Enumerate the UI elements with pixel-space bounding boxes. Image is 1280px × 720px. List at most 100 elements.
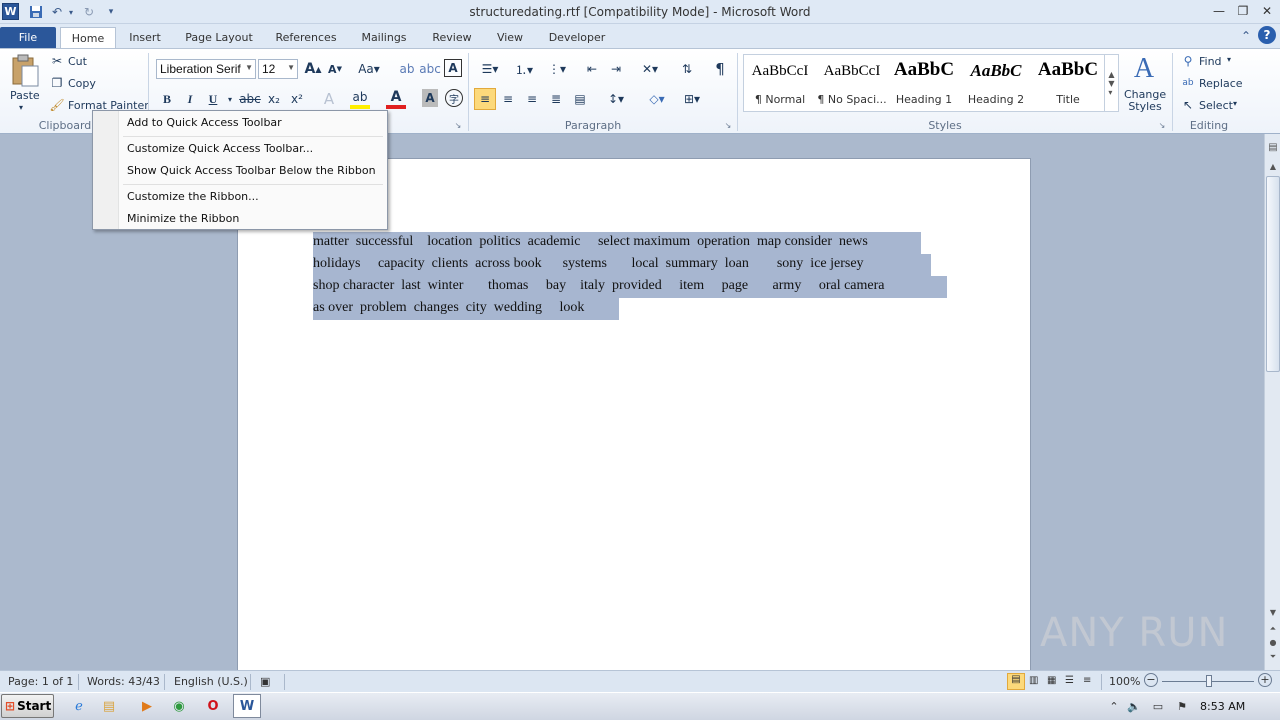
sort-icon[interactable]: ⇅ xyxy=(677,59,697,79)
minimize-button[interactable]: — xyxy=(1208,2,1230,20)
phonetic-guide-icon[interactable]: abc xyxy=(419,59,441,79)
paste-dropdown-icon[interactable]: ▾ xyxy=(19,103,23,112)
full-screen-reading-icon[interactable]: ▥ xyxy=(1029,675,1038,686)
menu-item-minimize-ribbon[interactable]: Minimize the Ribbon xyxy=(127,212,239,225)
enclose-characters-icon[interactable]: 字 xyxy=(445,89,463,107)
tab-page-layout[interactable]: Page Layout xyxy=(178,27,260,48)
close-button[interactable]: ✕ xyxy=(1256,2,1278,20)
tab-developer[interactable]: Developer xyxy=(540,27,614,48)
replace-icon[interactable]: ab xyxy=(1180,75,1196,91)
zoom-slider-thumb[interactable] xyxy=(1206,675,1212,687)
text-effects-icon[interactable]: A xyxy=(319,89,339,109)
word-count[interactable]: Words: 43/43 xyxy=(87,675,160,688)
numbering-icon[interactable]: ⒈▾ xyxy=(510,59,538,79)
strikethrough-button[interactable]: abc xyxy=(238,89,262,109)
binoculars-icon[interactable]: ⚲ xyxy=(1180,53,1196,69)
minimize-ribbon-icon[interactable]: ⌃ xyxy=(1238,27,1254,45)
web-layout-icon[interactable]: ▦ xyxy=(1047,675,1056,686)
style-normal[interactable]: AaBbCcI ¶ Normal xyxy=(744,55,816,111)
zoom-in-icon[interactable]: + xyxy=(1258,673,1272,687)
highlight-icon[interactable]: ab xyxy=(350,89,370,109)
justify-icon[interactable]: ≣ xyxy=(546,89,566,109)
align-center-icon[interactable]: ≡ xyxy=(498,89,518,109)
tab-references[interactable]: References xyxy=(268,27,344,48)
document-text-line[interactable]: matter successful location politics acad… xyxy=(313,232,921,254)
scroll-up-icon[interactable]: ▲ xyxy=(1267,162,1279,174)
language-indicator[interactable]: English (U.S.) xyxy=(174,675,248,688)
print-layout-icon[interactable]: ▤ xyxy=(1007,673,1025,690)
volume-icon[interactable]: 🔈 xyxy=(1126,694,1142,718)
draft-icon[interactable]: ≡ xyxy=(1083,675,1091,686)
clear-formatting-icon[interactable]: ab xyxy=(397,59,417,79)
style-title[interactable]: AaBbC Title xyxy=(1032,55,1104,111)
menu-item-customize-qat[interactable]: Customize Quick Access Toolbar... xyxy=(127,142,313,155)
shrink-font-icon[interactable]: A ▼ xyxy=(325,59,345,79)
menu-item-customize-ribbon[interactable]: Customize the Ribbon... xyxy=(127,190,259,203)
multilevel-list-icon[interactable]: ⋮▾ xyxy=(543,59,571,79)
internet-explorer-icon[interactable]: ℯ xyxy=(66,694,92,718)
style-heading-2[interactable]: AaBbC Heading 2 xyxy=(960,55,1032,111)
bullets-icon[interactable]: ☰▾ xyxy=(476,59,504,79)
tab-review[interactable]: Review xyxy=(424,27,480,48)
font-dialog-launcher-icon[interactable]: ↘ xyxy=(452,119,464,131)
select-dropdown-icon[interactable]: ▾ xyxy=(1233,99,1237,108)
font-name-combo[interactable]: Liberation Serif ▼ xyxy=(156,59,256,79)
opera-icon[interactable]: O xyxy=(200,694,226,718)
outline-icon[interactable]: ☰ xyxy=(1065,675,1074,686)
document-text-line[interactable]: holidays capacity clients across book sy… xyxy=(313,254,931,276)
ruler-toggle-icon[interactable]: ▤ xyxy=(1267,142,1279,156)
help-icon[interactable]: ? xyxy=(1258,26,1276,44)
replace-button[interactable]: Replace xyxy=(1199,77,1243,90)
grow-font-icon[interactable]: A ▲ xyxy=(303,59,323,79)
italic-button[interactable]: I xyxy=(181,89,199,109)
tab-file[interactable]: File xyxy=(0,27,56,48)
styles-dialog-launcher-icon[interactable]: ↘ xyxy=(1156,119,1168,131)
decrease-indent-icon[interactable]: ⇤ xyxy=(582,59,602,79)
tab-insert[interactable]: Insert xyxy=(120,27,170,48)
word-taskbar-icon[interactable]: W xyxy=(233,694,261,718)
tab-view[interactable]: View xyxy=(488,27,532,48)
bold-button[interactable]: B xyxy=(158,89,176,109)
paste-icon[interactable] xyxy=(8,53,42,89)
restore-button[interactable]: ❐ xyxy=(1232,2,1254,20)
clock[interactable]: 8:53 AM xyxy=(1200,700,1245,713)
align-left-icon[interactable]: ≡ xyxy=(474,88,496,110)
menu-item-show-qat-below[interactable]: Show Quick Access Toolbar Below the Ribb… xyxy=(127,164,376,177)
select-button[interactable]: Select xyxy=(1199,99,1233,112)
change-styles-button[interactable]: Change Styles xyxy=(1124,89,1166,113)
increase-indent-icon[interactable]: ⇥ xyxy=(606,59,626,79)
cut-button[interactable]: Cut xyxy=(68,55,87,68)
file-explorer-icon[interactable]: ▤ xyxy=(96,694,122,718)
action-center-flag-icon[interactable]: ⚑ xyxy=(1174,694,1190,718)
subscript-button[interactable]: x₂ xyxy=(264,89,284,109)
cursor-select-icon[interactable]: ↖ xyxy=(1180,97,1196,113)
shading-icon[interactable]: ◇▾ xyxy=(642,89,672,109)
change-case-icon[interactable]: Aa▾ xyxy=(355,59,383,79)
next-page-icon[interactable]: ⏷ xyxy=(1267,652,1279,664)
styles-scroll-icon[interactable]: ▲ ▼ ▾ xyxy=(1104,55,1118,111)
browse-object-icon[interactable]: ● xyxy=(1267,638,1279,650)
media-player-icon[interactable]: ▶ xyxy=(134,694,160,718)
page-count[interactable]: Page: 1 of 1 xyxy=(8,675,73,688)
vertical-scrollbar[interactable]: ▤ ▲ ▼ ⏶ ● ⏷ xyxy=(1264,134,1280,670)
font-size-combo[interactable]: 12 ▼ xyxy=(258,59,298,79)
network-icon[interactable]: ▭ xyxy=(1150,694,1166,718)
copy-icon[interactable]: ❐ xyxy=(50,76,64,90)
format-painter-icon[interactable]: 🖌 xyxy=(49,98,64,112)
line-spacing-icon[interactable]: ↕▾ xyxy=(602,89,630,109)
style-heading-1[interactable]: AaBbC Heading 1 xyxy=(888,55,960,111)
find-button[interactable]: Find xyxy=(1199,55,1222,68)
zoom-level[interactable]: 100% xyxy=(1109,675,1140,688)
paragraph-dialog-launcher-icon[interactable]: ↘ xyxy=(722,119,734,131)
underline-button[interactable]: U xyxy=(204,89,222,109)
zoom-out-icon[interactable]: − xyxy=(1144,673,1158,687)
chrome-icon[interactable]: ◉ xyxy=(166,694,192,718)
underline-dropdown-icon[interactable]: ▾ xyxy=(224,89,236,109)
scissors-icon[interactable]: ✂ xyxy=(50,54,64,68)
tab-home[interactable]: Home xyxy=(60,27,116,48)
find-dropdown-icon[interactable]: ▾ xyxy=(1227,55,1231,64)
asian-layout-icon[interactable]: ✕▾ xyxy=(636,59,664,79)
superscript-button[interactable]: x² xyxy=(287,89,307,109)
style-no-spacing[interactable]: AaBbCcI ¶ No Spaci... xyxy=(816,55,888,111)
align-right-icon[interactable]: ≡ xyxy=(522,89,542,109)
